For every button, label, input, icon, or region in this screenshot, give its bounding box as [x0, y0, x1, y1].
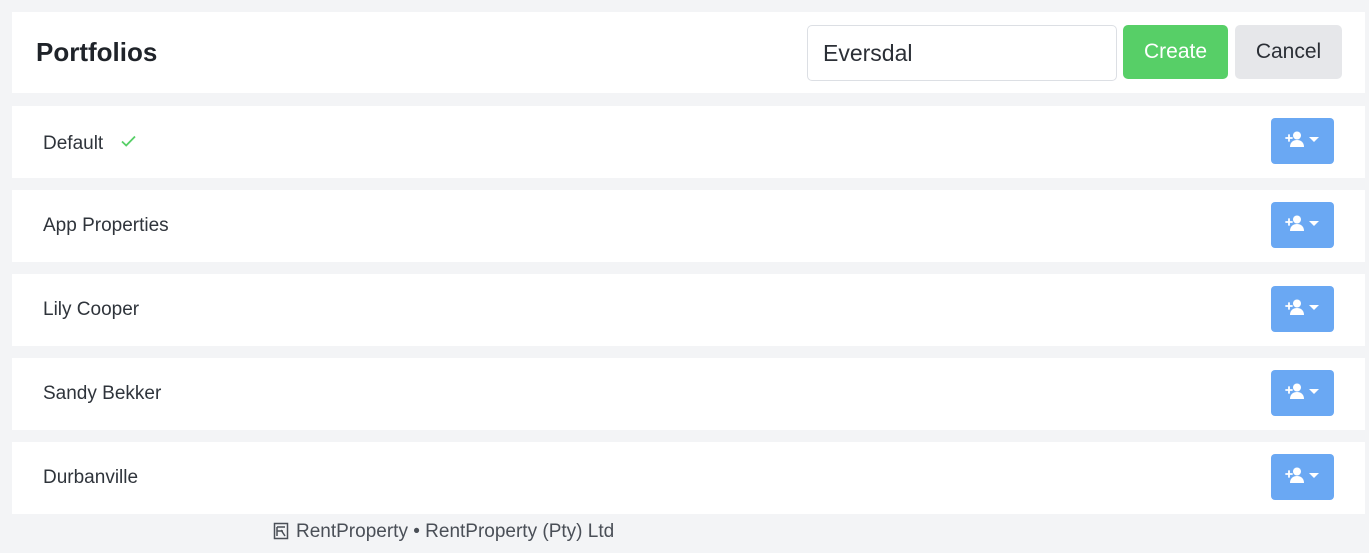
portfolio-name: Lily Cooper: [43, 299, 140, 320]
add-user-button[interactable]: [1271, 286, 1334, 332]
add-user-button[interactable]: [1271, 118, 1334, 164]
portfolio-label: Default: [43, 106, 136, 178]
portfolio-row: Sandy Bekker: [12, 358, 1365, 430]
portfolio-row: Durbanville: [12, 442, 1365, 514]
add-user-dropdown-icon: [1284, 382, 1321, 405]
add-user-dropdown-icon: [1284, 214, 1321, 237]
portfolio-row-default: Default: [12, 106, 1365, 178]
check-icon: [121, 106, 136, 178]
portfolio-row: Lily Cooper: [12, 274, 1365, 346]
create-button[interactable]: Create: [1123, 25, 1228, 79]
portfolio-name: Default: [43, 133, 104, 154]
rentproperty-logo-icon: [273, 522, 291, 542]
add-user-button[interactable]: [1271, 370, 1334, 416]
add-user-button[interactable]: [1271, 202, 1334, 248]
portfolio-name: App Properties: [43, 215, 169, 236]
portfolio-row: App Properties: [12, 190, 1365, 262]
footer-text: RentProperty • RentProperty (Pty) Ltd: [296, 521, 615, 542]
add-user-dropdown-icon: [1284, 466, 1321, 489]
add-user-button[interactable]: [1271, 454, 1334, 500]
footer: RentProperty • RentProperty (Pty) Ltd: [273, 519, 614, 545]
add-user-dropdown-icon: [1284, 130, 1321, 153]
page-title: Portfolios: [36, 37, 158, 67]
portfolio-name: Sandy Bekker: [43, 383, 162, 404]
portfolio-name-input[interactable]: [807, 25, 1117, 81]
portfolio-name: Durbanville: [43, 467, 139, 488]
cancel-button[interactable]: Cancel: [1235, 25, 1342, 79]
portfolio-header: Portfolios Create Cancel: [12, 12, 1365, 93]
add-user-dropdown-icon: [1284, 298, 1321, 321]
